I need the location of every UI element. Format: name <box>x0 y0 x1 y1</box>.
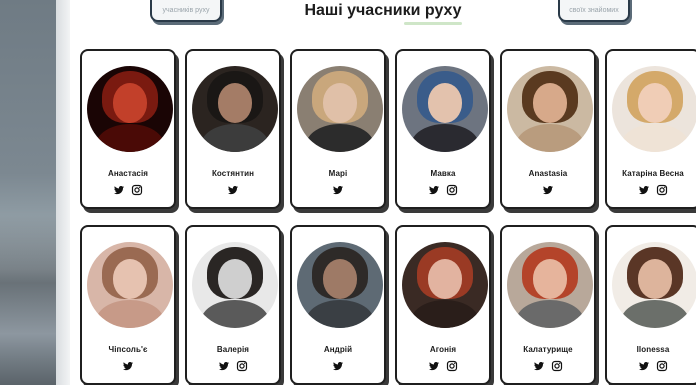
avatar-shoulders <box>200 300 270 328</box>
avatar-face <box>112 83 148 123</box>
member-card[interactable]: Валерія <box>185 225 281 385</box>
page-title: Наші учасники руху <box>304 2 462 19</box>
member-card[interactable]: Ilonessa <box>605 225 696 385</box>
member-name: Костянтин <box>211 169 255 178</box>
member-card[interactable]: Anastasia <box>500 49 596 209</box>
social-links <box>502 360 594 372</box>
avatar-shoulders <box>620 300 690 328</box>
avatar-face <box>112 259 148 299</box>
instagram-icon[interactable] <box>656 184 668 196</box>
member-card[interactable]: Чіпсоль'є <box>80 225 176 385</box>
avatar-face <box>637 259 673 299</box>
member-card[interactable]: Мавка <box>395 49 491 209</box>
twitter-icon[interactable] <box>332 184 344 196</box>
page-edge <box>56 0 70 385</box>
social-links <box>607 184 696 196</box>
instagram-icon[interactable] <box>236 360 248 372</box>
member-card[interactable]: Андрій <box>290 225 386 385</box>
avatar-shoulders <box>305 124 375 152</box>
avatar-face <box>322 259 358 299</box>
avatar <box>297 66 383 152</box>
twitter-icon[interactable] <box>542 184 554 196</box>
avatar-shoulders <box>620 124 690 152</box>
avatar <box>402 66 488 152</box>
avatar-shoulders <box>515 300 585 328</box>
member-name: Мавка <box>430 169 456 178</box>
avatar <box>402 242 488 328</box>
instagram-icon[interactable] <box>656 360 668 372</box>
avatar-face <box>427 83 463 123</box>
twitter-icon[interactable] <box>227 184 239 196</box>
member-name: Марі <box>328 169 348 178</box>
member-name: Андрій <box>323 345 353 354</box>
member-card[interactable]: Костянтин <box>185 49 281 209</box>
social-links <box>82 184 174 196</box>
social-links <box>397 184 489 196</box>
social-links <box>292 184 384 196</box>
social-links <box>502 184 594 196</box>
social-links <box>187 184 279 196</box>
twitter-icon[interactable] <box>122 360 134 372</box>
avatar <box>612 242 696 328</box>
member-card[interactable]: Агонія <box>395 225 491 385</box>
avatar-face <box>217 259 253 299</box>
social-links <box>607 360 696 372</box>
social-links <box>187 360 279 372</box>
avatar-face <box>637 83 673 123</box>
avatar-face <box>322 83 358 123</box>
avatar <box>192 66 278 152</box>
instagram-icon[interactable] <box>446 184 458 196</box>
avatar-face <box>217 83 253 123</box>
avatar-shoulders <box>305 300 375 328</box>
avatar <box>612 66 696 152</box>
avatar-shoulders <box>410 124 480 152</box>
instagram-icon[interactable] <box>551 360 563 372</box>
twitter-icon[interactable] <box>332 360 344 372</box>
twitter-icon[interactable] <box>428 360 440 372</box>
member-name: Катаріна Весна <box>622 169 684 178</box>
avatar-face <box>532 259 568 299</box>
member-name: Агонія <box>429 345 457 354</box>
avatar-shoulders <box>200 124 270 152</box>
avatar-shoulders <box>410 300 480 328</box>
member-name: Калатурище <box>523 345 573 354</box>
avatar-face <box>427 259 463 299</box>
twitter-icon[interactable] <box>638 360 650 372</box>
title-underline <box>404 22 462 25</box>
avatar <box>192 242 278 328</box>
twitter-icon[interactable] <box>533 360 545 372</box>
avatar-shoulders <box>515 124 585 152</box>
avatar-shoulders <box>95 300 165 328</box>
instagram-icon[interactable] <box>131 184 143 196</box>
social-links <box>397 360 489 372</box>
avatar <box>297 242 383 328</box>
member-name: Ilonessa <box>636 345 670 354</box>
avatar-shoulders <box>95 124 165 152</box>
member-name: Анастасія <box>107 169 149 178</box>
twitter-icon[interactable] <box>113 184 125 196</box>
twitter-icon[interactable] <box>638 184 650 196</box>
member-card[interactable]: Калатурище <box>500 225 596 385</box>
social-links <box>292 360 384 372</box>
members-section: учасників руху своїх знайомих Наші учасн… <box>70 0 696 385</box>
member-name: Anastasia <box>528 169 568 178</box>
twitter-icon[interactable] <box>428 184 440 196</box>
instagram-icon[interactable] <box>446 360 458 372</box>
member-name: Валерія <box>216 345 250 354</box>
member-name: Чіпсоль'є <box>108 345 148 354</box>
member-card[interactable]: Катаріна Весна <box>605 49 696 209</box>
twitter-icon[interactable] <box>218 360 230 372</box>
avatar <box>87 242 173 328</box>
member-card[interactable]: Марі <box>290 49 386 209</box>
avatar <box>507 242 593 328</box>
avatar-face <box>532 83 568 123</box>
background-photo-edge <box>0 0 56 385</box>
member-card[interactable]: Анастасія <box>80 49 176 209</box>
avatar <box>507 66 593 152</box>
avatar <box>87 66 173 152</box>
social-links <box>82 360 174 372</box>
